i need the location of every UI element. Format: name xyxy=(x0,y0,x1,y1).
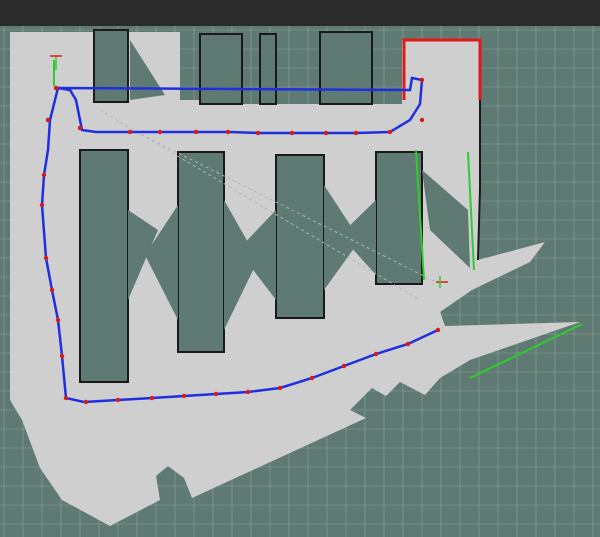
waypoint-marker xyxy=(149,395,155,401)
waypoint-marker xyxy=(49,287,55,293)
waypoint-marker xyxy=(53,85,59,91)
waypoint-marker xyxy=(115,397,121,403)
waypoint-marker xyxy=(405,341,411,347)
occupancy-map[interactable] xyxy=(0,0,600,537)
waypoint-marker xyxy=(353,130,359,136)
waypoint-marker xyxy=(181,393,187,399)
waypoint-marker xyxy=(55,317,61,323)
obstacle-block-2 xyxy=(177,151,225,353)
wall-alcove-3 xyxy=(259,33,277,105)
waypoint-marker xyxy=(39,202,45,208)
waypoint-marker xyxy=(309,375,315,381)
obstacle-block-1 xyxy=(79,149,129,383)
waypoint-marker xyxy=(213,391,219,397)
waypoint-marker xyxy=(83,399,89,405)
wall-alcove-2 xyxy=(199,33,243,105)
waypoint-marker xyxy=(45,117,51,123)
waypoint-marker xyxy=(373,351,379,357)
waypoint-marker xyxy=(289,130,295,136)
obstacle-block-3 xyxy=(275,154,325,319)
waypoint-marker xyxy=(59,353,65,359)
waypoint-marker xyxy=(127,129,133,135)
waypoint-marker xyxy=(323,130,329,136)
waypoint-marker xyxy=(277,385,283,391)
waypoint-marker xyxy=(387,129,393,135)
wall-alcove-1 xyxy=(93,29,129,103)
map-viewport[interactable] xyxy=(0,0,600,537)
waypoint-marker xyxy=(157,129,163,135)
obstacle-block-4 xyxy=(375,151,423,285)
waypoint-marker xyxy=(41,172,47,178)
waypoint-marker xyxy=(255,130,261,136)
waypoint-marker xyxy=(193,129,199,135)
waypoint-marker xyxy=(225,129,231,135)
waypoint-marker xyxy=(63,395,69,401)
waypoint-marker xyxy=(77,125,83,131)
waypoint-marker xyxy=(43,255,49,261)
waypoint-marker xyxy=(435,327,441,333)
waypoint-marker xyxy=(245,389,251,395)
waypoint-marker xyxy=(341,363,347,369)
waypoint-marker xyxy=(419,77,425,83)
waypoint-marker xyxy=(419,117,425,123)
